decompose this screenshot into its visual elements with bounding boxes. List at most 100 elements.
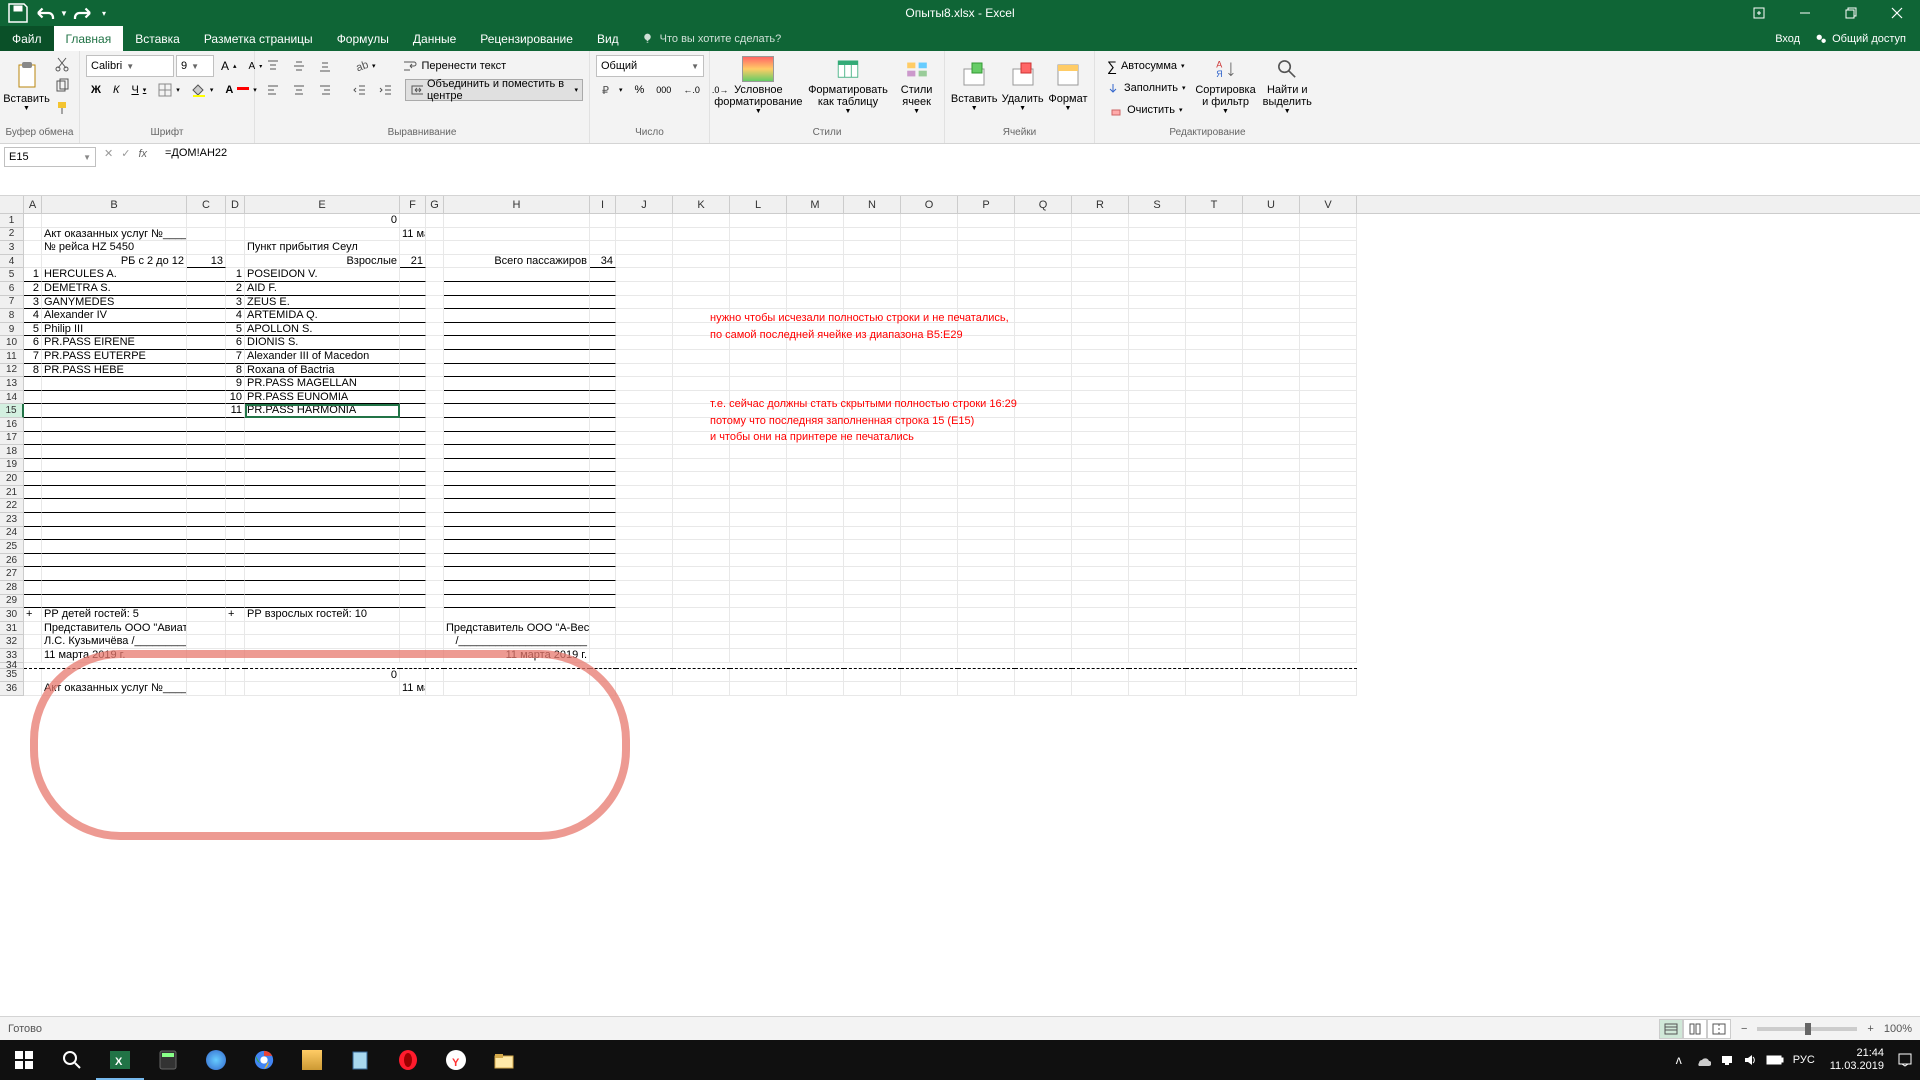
cell[interactable] xyxy=(730,540,787,554)
close-button[interactable] xyxy=(1874,0,1920,26)
cell[interactable] xyxy=(226,581,245,595)
col-header-B[interactable]: B xyxy=(42,196,187,213)
row-header[interactable]: 5 xyxy=(0,268,24,282)
tray-battery-icon[interactable] xyxy=(1764,1040,1786,1080)
cell[interactable] xyxy=(590,391,616,405)
cell[interactable] xyxy=(901,682,958,696)
cell[interactable] xyxy=(844,581,901,595)
cell[interactable]: 3 xyxy=(24,296,42,310)
cell[interactable] xyxy=(444,282,590,296)
cell[interactable] xyxy=(1300,377,1357,391)
cell[interactable] xyxy=(616,391,673,405)
cell[interactable] xyxy=(616,309,673,323)
cell[interactable] xyxy=(426,404,444,418)
cell[interactable] xyxy=(1243,350,1300,364)
cell[interactable] xyxy=(1243,513,1300,527)
cell[interactable] xyxy=(1243,228,1300,242)
cell[interactable] xyxy=(590,608,616,622)
cell[interactable] xyxy=(187,595,226,609)
cell[interactable] xyxy=(844,595,901,609)
cell[interactable] xyxy=(616,540,673,554)
cell[interactable] xyxy=(1015,228,1072,242)
cell[interactable] xyxy=(42,540,187,554)
cell[interactable] xyxy=(24,527,42,541)
cell[interactable] xyxy=(1300,649,1357,663)
cell[interactable] xyxy=(426,540,444,554)
cell[interactable] xyxy=(1015,214,1072,228)
cell[interactable] xyxy=(901,527,958,541)
cell[interactable] xyxy=(426,282,444,296)
cell[interactable] xyxy=(787,540,844,554)
cell[interactable] xyxy=(590,635,616,649)
cell[interactable] xyxy=(901,377,958,391)
cell[interactable] xyxy=(1300,255,1357,269)
increase-decimal[interactable]: ←.0 xyxy=(678,79,705,101)
col-header-N[interactable]: N xyxy=(844,196,901,213)
col-header-J[interactable]: J xyxy=(616,196,673,213)
cell[interactable] xyxy=(844,364,901,378)
row-header[interactable]: 16 xyxy=(0,418,24,432)
cell[interactable] xyxy=(958,296,1015,310)
cell[interactable] xyxy=(226,669,245,683)
cell[interactable] xyxy=(901,241,958,255)
cell[interactable] xyxy=(1015,486,1072,500)
cell[interactable] xyxy=(616,377,673,391)
cell[interactable] xyxy=(1243,649,1300,663)
cell[interactable] xyxy=(245,622,400,636)
cell[interactable] xyxy=(1129,682,1186,696)
cell[interactable] xyxy=(187,540,226,554)
cell[interactable] xyxy=(590,649,616,663)
cell[interactable] xyxy=(1129,567,1186,581)
row-header[interactable]: 17 xyxy=(0,432,24,446)
cell[interactable] xyxy=(1129,228,1186,242)
cell[interactable] xyxy=(1015,255,1072,269)
cell[interactable] xyxy=(616,486,673,500)
cell[interactable] xyxy=(844,350,901,364)
cell[interactable] xyxy=(958,459,1015,473)
cell[interactable] xyxy=(958,377,1015,391)
cell[interactable] xyxy=(616,268,673,282)
tray-overflow-icon[interactable]: ʌ xyxy=(1668,1040,1690,1080)
cell[interactable] xyxy=(1129,296,1186,310)
cell[interactable] xyxy=(1300,432,1357,446)
cell[interactable] xyxy=(787,595,844,609)
cell[interactable] xyxy=(1129,241,1186,255)
cell[interactable] xyxy=(1129,404,1186,418)
cell[interactable] xyxy=(1300,391,1357,405)
cell[interactable]: 8 xyxy=(24,364,42,378)
row-header[interactable]: 11 xyxy=(0,350,24,364)
cell[interactable] xyxy=(787,255,844,269)
cell[interactable] xyxy=(787,268,844,282)
cell[interactable] xyxy=(730,554,787,568)
cell[interactable] xyxy=(444,377,590,391)
cell[interactable] xyxy=(226,622,245,636)
formula-input[interactable]: =ДОМ!AH22 xyxy=(161,147,1920,167)
copy-button[interactable] xyxy=(49,75,75,97)
cell[interactable] xyxy=(1243,241,1300,255)
cell[interactable] xyxy=(400,513,426,527)
cell[interactable]: Представитель ООО "А-Вест" xyxy=(444,622,590,636)
cell[interactable] xyxy=(24,513,42,527)
cell[interactable] xyxy=(1072,595,1129,609)
accept-formula-icon[interactable]: ✓ xyxy=(121,147,130,160)
cell[interactable] xyxy=(1300,635,1357,649)
cell[interactable] xyxy=(444,554,590,568)
task-chrome-icon[interactable] xyxy=(240,1040,288,1080)
cell[interactable] xyxy=(958,682,1015,696)
cell[interactable] xyxy=(1015,649,1072,663)
cell[interactable] xyxy=(1129,595,1186,609)
cell[interactable] xyxy=(187,459,226,473)
cell[interactable] xyxy=(426,391,444,405)
cell[interactable] xyxy=(226,255,245,269)
cell[interactable] xyxy=(1129,635,1186,649)
col-header-U[interactable]: U xyxy=(1243,196,1300,213)
cell[interactable] xyxy=(1300,540,1357,554)
cell[interactable] xyxy=(590,554,616,568)
cell[interactable] xyxy=(590,364,616,378)
zoom-level[interactable]: 100% xyxy=(1884,1023,1912,1035)
cell[interactable] xyxy=(1072,669,1129,683)
cell[interactable] xyxy=(844,214,901,228)
cell[interactable] xyxy=(787,513,844,527)
cell[interactable] xyxy=(187,377,226,391)
col-header-A[interactable]: A xyxy=(24,196,42,213)
